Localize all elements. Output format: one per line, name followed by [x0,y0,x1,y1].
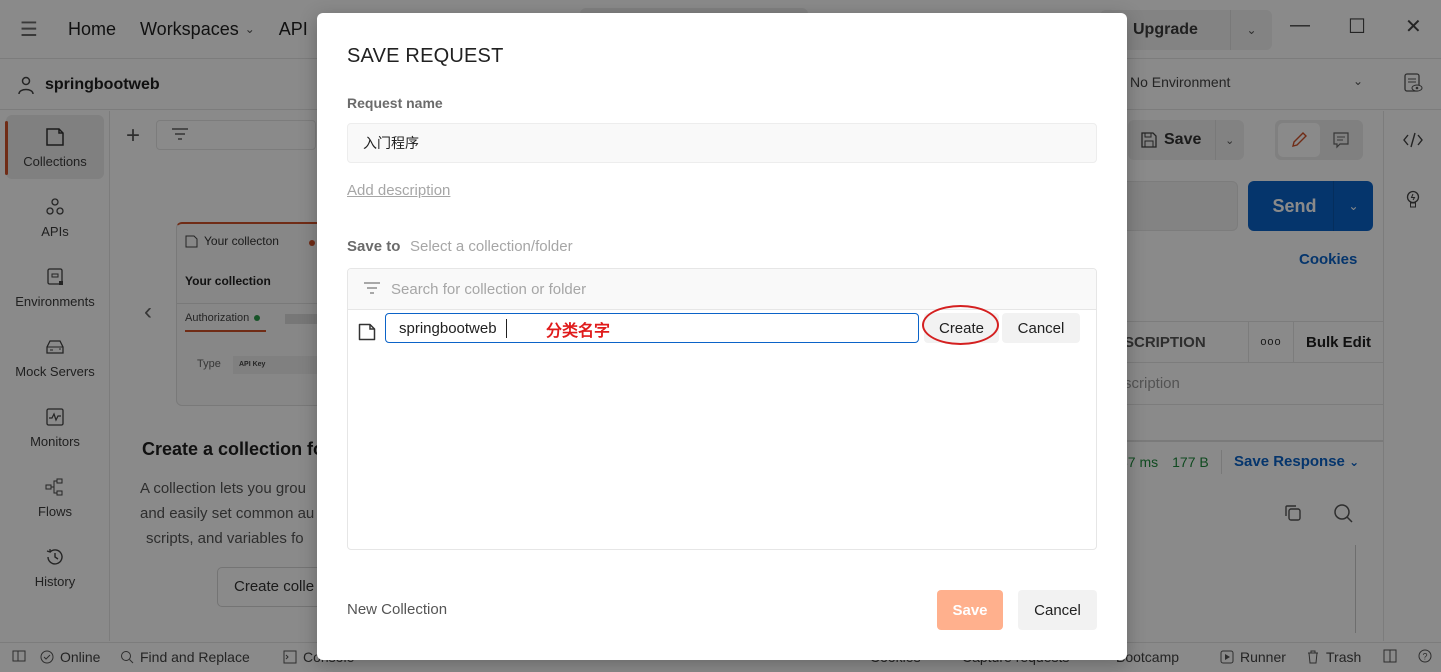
new-collection-button[interactable]: New Collection [347,601,447,618]
annotation-label: 分类名字 [546,321,611,340]
text-cursor [506,319,507,338]
request-name-input[interactable] [347,123,1097,163]
add-description-link[interactable]: Add description [347,182,450,199]
dialog-title: SAVE REQUEST [347,45,504,67]
collection-search-input[interactable] [391,280,991,298]
save-to-label: Save to [347,238,401,255]
create-button[interactable]: Create [924,313,999,343]
save-request-dialog: SAVE REQUEST Request name Add descriptio… [317,13,1127,660]
save-button[interactable]: Save [937,590,1003,630]
collection-icon [358,323,376,341]
cancel-create-button[interactable]: Cancel [1002,313,1080,343]
new-collection-name-input[interactable] [385,313,919,343]
filter-icon [364,282,380,294]
save-to-breadcrumb: Select a collection/folder [410,238,573,255]
collection-search-row [348,269,1096,310]
cancel-button[interactable]: Cancel [1018,590,1097,630]
collection-picker: 分类名字 Create Cancel [347,268,1097,550]
request-name-label: Request name [347,95,443,111]
